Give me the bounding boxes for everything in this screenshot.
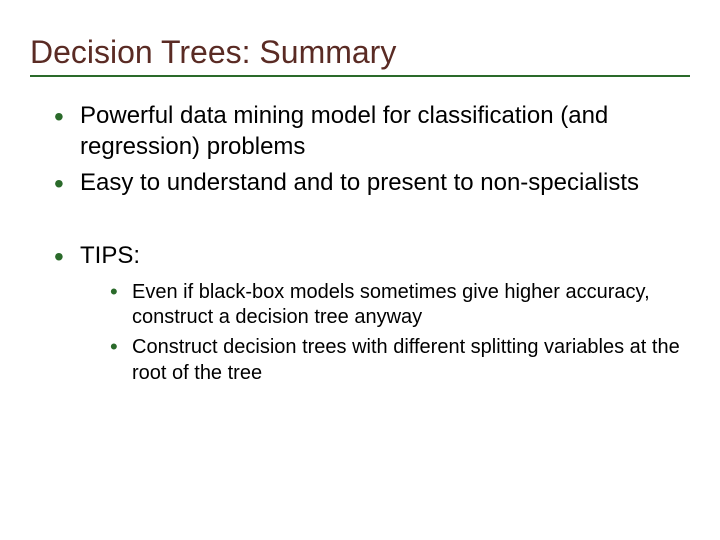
tips-label: TIPS:	[80, 242, 140, 269]
tips-item: Construct decision trees with different …	[106, 335, 690, 386]
title-underline	[30, 75, 690, 77]
bullet-item: Powerful data mining model for classific…	[48, 101, 690, 162]
slide-title: Decision Trees: Summary	[30, 34, 690, 71]
bullet-list: Powerful data mining model for classific…	[30, 101, 690, 199]
bullet-item: Easy to understand and to present to non…	[48, 168, 690, 199]
slide: Decision Trees: Summary Powerful data mi…	[0, 0, 720, 540]
tips-heading: TIPS: Even if black-box models sometimes…	[48, 241, 690, 386]
tips-list: TIPS: Even if black-box models sometimes…	[30, 241, 690, 386]
tips-sublist: Even if black-box models sometimes give …	[80, 280, 690, 386]
spacer	[30, 205, 690, 241]
tips-item: Even if black-box models sometimes give …	[106, 280, 690, 331]
